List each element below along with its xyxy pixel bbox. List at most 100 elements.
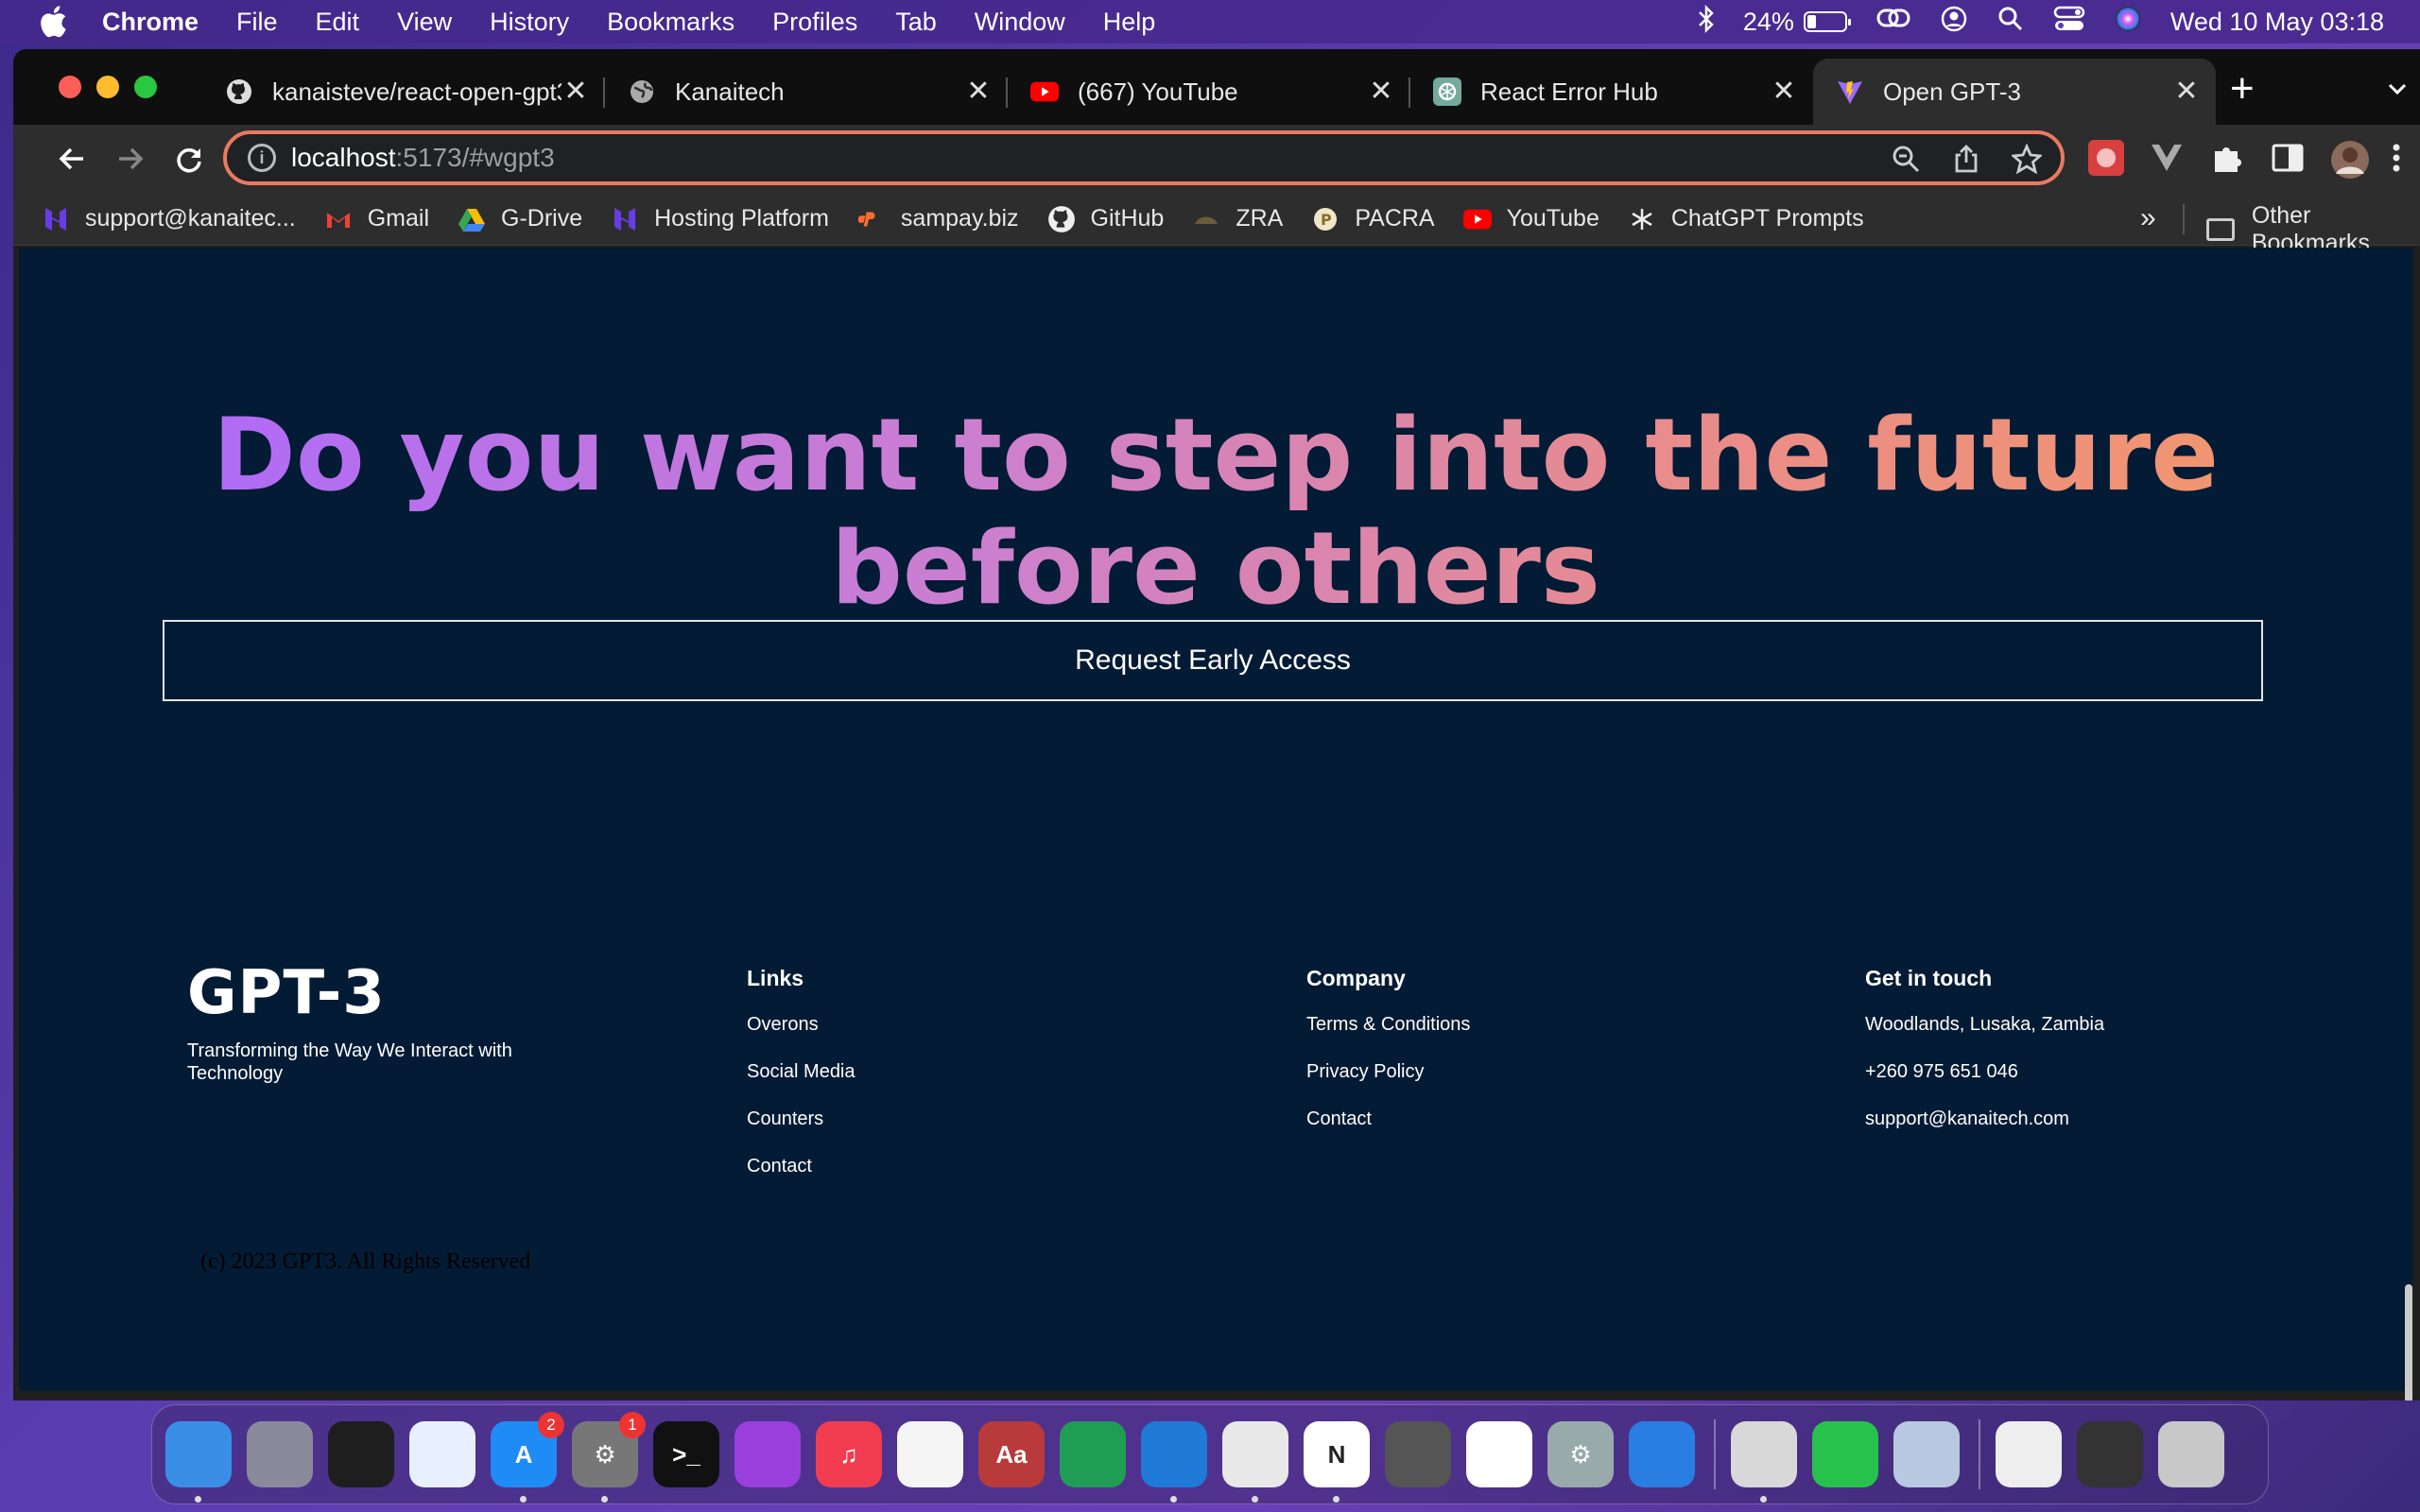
chrome-menu-icon[interactable] xyxy=(2391,140,2420,176)
reminders-icon[interactable] xyxy=(897,1421,963,1487)
bookmark-gdrive[interactable]: G-Drive xyxy=(458,205,582,233)
menu-profiles[interactable]: Profiles xyxy=(772,8,857,37)
bookmark-sampay[interactable]: sampay.biz xyxy=(857,205,1019,233)
tab-kanaitech[interactable]: Kanaitech ✕ xyxy=(605,59,1008,125)
asterisk-icon xyxy=(1628,205,1656,233)
bookmark-support[interactable]: support@kanaitec... xyxy=(42,205,296,233)
zoom-window-button[interactable] xyxy=(134,76,157,98)
safari-icon[interactable] xyxy=(409,1421,475,1487)
macos-dock: A 2 ⚙ 1 >_ ♫ Aa N ⚙ xyxy=(151,1404,2269,1504)
siri-icon[interactable] xyxy=(2114,5,2142,40)
app-icon[interactable] xyxy=(1731,1421,1797,1503)
spotlight-search-icon[interactable] xyxy=(1996,5,2025,40)
bookmark-star-icon[interactable] xyxy=(2010,143,2044,175)
github-icon xyxy=(1047,205,1076,233)
podcasts-icon[interactable] xyxy=(735,1421,801,1487)
terminal-icon[interactable]: >_ xyxy=(653,1421,719,1487)
bookmark-chatgpt-prompts[interactable]: ChatGPT Prompts xyxy=(1628,205,1864,233)
new-tab-button[interactable]: + xyxy=(2230,68,2255,110)
user-account-icon[interactable] xyxy=(1940,5,1968,40)
bookmark-github[interactable]: GitHub xyxy=(1047,205,1164,233)
battery-indicator[interactable]: 24% xyxy=(1743,8,1851,37)
request-early-access-button[interactable]: Request Early Access xyxy=(163,620,2263,701)
launchpad-icon[interactable] xyxy=(247,1421,313,1487)
address-bar[interactable]: i localhost :5173/#wgpt3 xyxy=(223,130,2065,185)
openai-icon xyxy=(1433,77,1461,106)
close-window-button[interactable] xyxy=(59,76,81,98)
menu-history[interactable]: History xyxy=(490,8,569,37)
menu-view[interactable]: View xyxy=(397,8,452,37)
menu-window[interactable]: Window xyxy=(975,8,1065,37)
bookmark-youtube[interactable]: YouTube xyxy=(1462,205,1599,233)
trash-icon[interactable] xyxy=(2158,1421,2224,1487)
system-settings-icon[interactable]: ⚙ 1 xyxy=(572,1412,646,1503)
whatsapp-icon[interactable] xyxy=(1812,1421,1878,1487)
running-indicator xyxy=(195,1496,201,1503)
bookmark-hosting-platform[interactable]: Hosting Platform xyxy=(611,205,829,233)
profile-avatar[interactable] xyxy=(2330,140,2369,179)
menu-help[interactable]: Help xyxy=(1103,8,1156,37)
figma-icon[interactable] xyxy=(328,1421,394,1487)
reload-icon[interactable] xyxy=(172,142,206,176)
footer-link-contact[interactable]: Contact xyxy=(747,1156,856,1203)
screen-mirroring-icon[interactable] xyxy=(1876,6,1911,39)
menu-edit[interactable]: Edit xyxy=(316,8,360,37)
footer-link-terms[interactable]: Terms & Conditions xyxy=(1306,1014,1470,1061)
menu-bookmarks[interactable]: Bookmarks xyxy=(607,8,735,37)
footer-link-social-media[interactable]: Social Media xyxy=(747,1061,856,1108)
control-center-icon[interactable] xyxy=(2053,5,2085,40)
tab-title: Kanaitech xyxy=(675,77,785,106)
bookmark-pacra[interactable]: P PACRA xyxy=(1311,205,1435,233)
tab-react-error-hub[interactable]: React Error Hub ✕ xyxy=(1410,59,1813,125)
site-info-icon[interactable]: i xyxy=(248,144,276,172)
vscode-icon[interactable] xyxy=(1141,1421,1207,1503)
chrome-icon[interactable] xyxy=(1222,1421,1288,1503)
bluetooth-icon[interactable] xyxy=(1698,4,1715,40)
page-scrollbar[interactable] xyxy=(2405,1284,2412,1400)
forward-arrow-icon[interactable] xyxy=(113,142,147,176)
finder-icon[interactable] xyxy=(165,1421,232,1503)
calculator-icon[interactable] xyxy=(1385,1421,1451,1487)
tab-youtube[interactable]: (667) YouTube ✕ xyxy=(1008,59,1410,125)
apple-icon[interactable] xyxy=(36,5,70,39)
google-meet-icon[interactable] xyxy=(1060,1421,1126,1487)
minimize-window-button[interactable] xyxy=(96,76,119,98)
android-studio-icon[interactable] xyxy=(1466,1421,1532,1487)
bookmarks-overflow-button[interactable]: » xyxy=(2140,202,2156,234)
close-tab-icon[interactable]: ✕ xyxy=(964,77,993,106)
back-arrow-icon[interactable] xyxy=(55,142,89,176)
window-thumbnail-1[interactable] xyxy=(1996,1421,2062,1487)
footer-link-company-contact[interactable]: Contact xyxy=(1306,1108,1470,1156)
close-tab-icon[interactable]: ✕ xyxy=(1770,77,1798,106)
menu-file[interactable]: File xyxy=(236,8,278,37)
tab-search-chevron-icon[interactable] xyxy=(2386,77,2409,100)
close-tab-icon[interactable]: ✕ xyxy=(562,77,590,106)
vue-devtools-icon[interactable] xyxy=(2149,140,2185,176)
close-tab-icon[interactable]: ✕ xyxy=(1367,77,1395,106)
close-tab-icon[interactable]: ✕ xyxy=(2172,77,2201,106)
app-store-icon[interactable]: A2 xyxy=(491,1412,564,1503)
tab-open-gpt3[interactable]: Open GPT-3 ✕ xyxy=(1813,59,2216,125)
music-icon[interactable]: ♫ xyxy=(816,1421,882,1487)
footer-address: Woodlands, Lusaka, Zambia xyxy=(1865,1014,2105,1035)
window-thumbnail-2[interactable] xyxy=(2077,1421,2143,1487)
notion-icon[interactable]: N xyxy=(1304,1421,1370,1503)
menu-app-name[interactable]: Chrome xyxy=(102,8,199,37)
side-panel-icon[interactable] xyxy=(2270,140,2306,176)
extension-red-icon[interactable] xyxy=(2088,140,2124,176)
system-preferences-icon[interactable]: ⚙ xyxy=(1547,1421,1614,1487)
footer-link-privacy-policy[interactable]: Privacy Policy xyxy=(1306,1061,1470,1108)
zoom-icon[interactable] xyxy=(1891,144,1921,174)
footer-link-counters[interactable]: Counters xyxy=(747,1108,856,1156)
dictionary-icon[interactable]: Aa xyxy=(978,1421,1045,1487)
tab-github[interactable]: kanaisteve/react-open-gpt3 ✕ xyxy=(202,59,605,125)
xcode-icon[interactable] xyxy=(1629,1421,1695,1487)
footer-link-overons[interactable]: Overons xyxy=(747,1014,856,1061)
bookmark-zra[interactable]: ZRA xyxy=(1192,205,1283,233)
menu-tab[interactable]: Tab xyxy=(895,8,937,37)
extensions-puzzle-icon[interactable] xyxy=(2209,140,2245,176)
share-icon[interactable] xyxy=(1951,144,1981,174)
bookmark-gmail[interactable]: Gmail xyxy=(324,205,429,233)
menubar-datetime[interactable]: Wed 10 May 03:18 xyxy=(2170,8,2384,37)
preview-icon[interactable] xyxy=(1893,1421,1960,1487)
